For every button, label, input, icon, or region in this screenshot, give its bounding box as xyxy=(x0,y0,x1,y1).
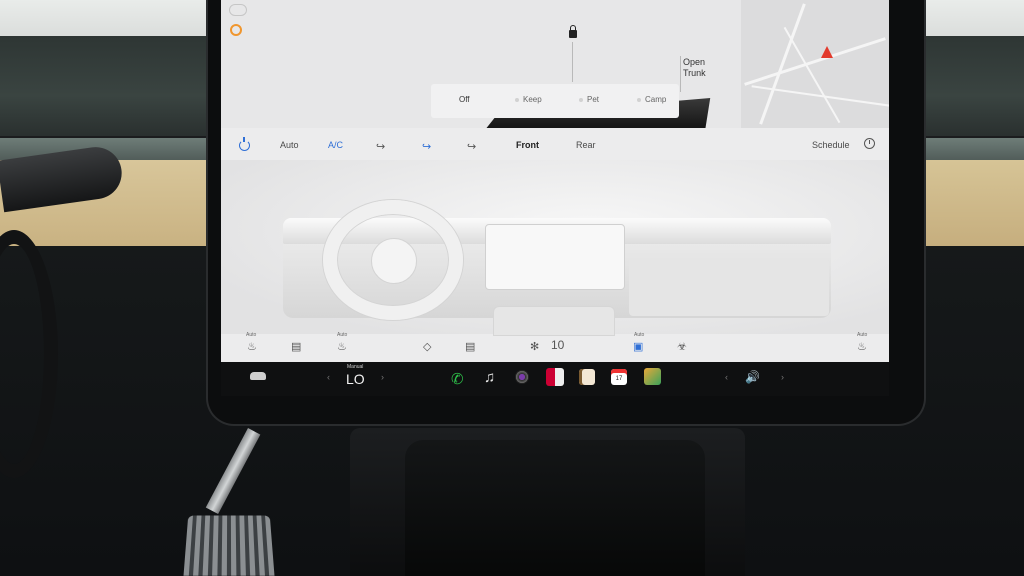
auto-label-seat-right: Auto xyxy=(857,332,868,338)
console-render xyxy=(493,306,615,336)
map-area[interactable]: Open Trunk Off Keep Pet Camp xyxy=(221,0,889,128)
rear-tab[interactable]: Rear xyxy=(576,140,596,150)
cabin-airflow-view[interactable] xyxy=(221,160,889,336)
mode-keep[interactable]: Keep xyxy=(523,95,542,104)
auto-label-seat-left: Auto xyxy=(246,332,257,338)
mode-pet[interactable]: Pet xyxy=(587,95,599,104)
trunk-callout-line xyxy=(680,56,681,92)
unlock-icon[interactable] xyxy=(569,25,577,38)
seat-heater-left-icon[interactable]: ♨ xyxy=(247,340,257,353)
car-controls-icon[interactable] xyxy=(250,372,266,380)
fan-speed-value[interactable]: 10 xyxy=(551,338,564,352)
vent-face-icon[interactable]: ↪ xyxy=(376,140,385,153)
bioweapon-mode-icon[interactable]: ☣ xyxy=(677,340,687,353)
wood-trim-right xyxy=(914,160,1024,246)
mode-camp[interactable]: Camp xyxy=(645,95,666,104)
recirculate-icon[interactable]: ▣ xyxy=(633,340,643,353)
glovebox-render xyxy=(629,258,829,316)
climate-keeper-selector[interactable]: Off Keep Pet Camp xyxy=(431,84,679,118)
temp-mode-label: Manual xyxy=(347,364,364,370)
open-trunk-label-1: Open xyxy=(683,57,706,67)
auto-label-steering: Auto xyxy=(337,332,348,338)
calendar-icon[interactable]: 17 xyxy=(611,369,627,385)
seat-fan-row: Auto ♨ ▤ Auto ♨ ◇ ▤ ✻ 10 Auto ▣ ☣ Auto ♨ xyxy=(221,332,889,362)
auto-label-recirc: Auto xyxy=(634,332,645,338)
console-phone-pad xyxy=(405,440,705,576)
climate-power-icon[interactable] xyxy=(239,137,250,151)
warning-icon xyxy=(230,24,242,36)
steering-hub-render xyxy=(371,238,417,284)
temperature-display[interactable]: LO xyxy=(346,371,365,387)
clock-icon[interactable] xyxy=(864,138,875,149)
tire-pressure-icon xyxy=(229,4,247,16)
dash-strip-right xyxy=(914,138,1024,162)
volume-down-icon[interactable]: ‹ xyxy=(725,372,728,382)
schedule-button[interactable]: Schedule xyxy=(812,140,850,150)
rear-defrost-icon[interactable]: ▤ xyxy=(465,340,475,353)
brake-pedal xyxy=(183,515,275,576)
volume-icon[interactable]: 🔊 xyxy=(745,370,760,384)
fan-icon[interactable]: ✻ xyxy=(530,340,539,353)
mode-keep-icon xyxy=(515,98,519,102)
lock-callout-line xyxy=(572,42,573,82)
manual-icon[interactable] xyxy=(579,369,595,385)
seat-heater-right-icon[interactable]: ♨ xyxy=(857,340,867,353)
front-tab[interactable]: Front xyxy=(516,140,539,150)
current-location-icon xyxy=(821,46,833,58)
defrost-front-icon[interactable]: ◇ xyxy=(423,340,431,353)
ac-button[interactable]: A/C xyxy=(328,140,343,150)
toybox-icon[interactable] xyxy=(546,368,564,386)
temp-down-icon[interactable]: ‹ xyxy=(327,372,330,382)
touchscreen[interactable]: Open Trunk Off Keep Pet Camp Auto A/C ↪ … xyxy=(221,0,889,362)
defrost-rear-icon[interactable]: ▤ xyxy=(291,340,301,353)
open-trunk-button[interactable]: Open Trunk xyxy=(683,57,706,79)
camera-icon[interactable] xyxy=(515,370,529,384)
mode-camp-icon xyxy=(637,98,641,102)
climate-toolbar: Auto A/C ↪ ↪ ↪ Front Rear Schedule xyxy=(221,128,889,160)
steering-heater-icon[interactable]: ♨ xyxy=(337,340,347,353)
open-trunk-label-2: Trunk xyxy=(683,68,706,78)
mode-pet-icon xyxy=(579,98,583,102)
vent-face-feet-icon[interactable]: ↪ xyxy=(422,140,431,153)
music-icon[interactable]: ♫ xyxy=(484,369,495,389)
auto-button[interactable]: Auto xyxy=(280,140,299,150)
taskbar: ‹ Manual LO › ✆ ♫ 17 ‹ 🔊 › xyxy=(221,362,889,396)
mode-off[interactable]: Off xyxy=(459,95,470,104)
navigation-map[interactable] xyxy=(741,0,889,128)
screen-render xyxy=(485,224,625,290)
volume-up-icon[interactable]: › xyxy=(781,372,784,382)
vent-feet-icon[interactable]: ↪ xyxy=(467,140,476,153)
phone-icon[interactable]: ✆ xyxy=(451,370,464,390)
arcade-icon[interactable] xyxy=(644,368,661,385)
temp-up-icon[interactable]: › xyxy=(381,372,384,382)
